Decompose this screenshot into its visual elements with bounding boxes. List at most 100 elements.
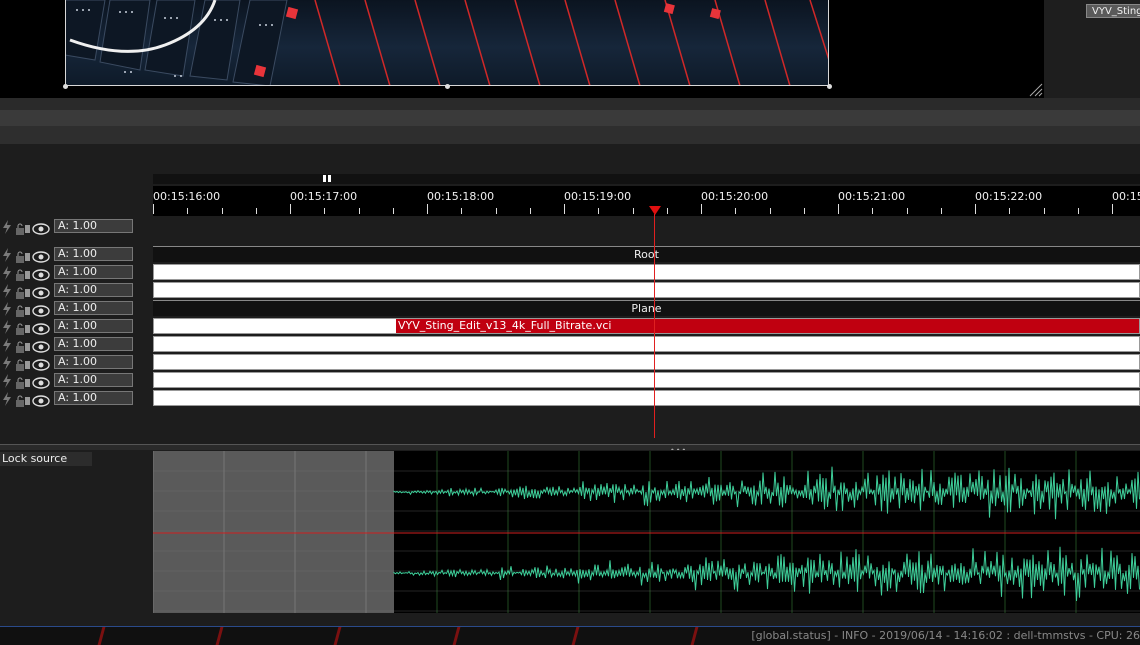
track-controls: A: 1.00 [0,217,153,235]
scrub-bar[interactable] [153,174,1140,184]
bolt-icon[interactable] [2,373,12,388]
bolt-icon[interactable] [2,265,12,280]
tick-label: 00:15:18:00 [427,190,495,203]
lock-source-button[interactable]: Lock source [0,452,92,466]
eye-icon[interactable] [32,338,50,353]
preview-area: VYV_Sting [0,0,1140,98]
eye-icon[interactable] [32,284,50,299]
ruler-tick [153,204,154,214]
eye-icon[interactable] [32,392,50,407]
ruler-tick [393,208,394,214]
ruler-tick [872,208,873,214]
track-lane[interactable] [153,336,1140,352]
status-decoration [333,627,342,645]
scrub-marker[interactable] [328,175,331,182]
bolt-icon[interactable] [2,319,12,334]
group-track[interactable]: Root [153,246,1140,262]
toolbar-strip [0,126,1140,144]
track-lane[interactable] [153,372,1140,388]
scrub-marker[interactable] [323,175,326,182]
alpha-field[interactable]: A: 1.00 [54,373,133,387]
track-controls: A: 1.00 [0,281,153,299]
track-lane[interactable] [153,282,1140,298]
lock-icon[interactable] [15,392,31,407]
resize-grip-icon[interactable] [1028,82,1044,98]
audio-waveform[interactable] [153,451,1140,613]
track-controls: A: 1.00 [0,371,153,389]
ruler-tick [770,208,771,214]
group-track[interactable]: Plane [153,300,1140,316]
transform-handle-bottom-center[interactable] [445,84,450,89]
status-decoration [215,627,224,645]
ruler-tick [324,208,325,214]
lock-icon[interactable] [15,266,31,281]
alpha-field[interactable]: A: 1.00 [54,319,133,333]
ruler-tick [1009,208,1010,214]
track-controls: A: 1.00 [0,245,153,263]
bolt-icon[interactable] [2,283,12,298]
eye-icon[interactable] [32,266,50,281]
time-ruler[interactable]: 00:15:16:00 00:15:17:00 00:15:18:00 00:15:1… [153,186,1140,216]
ruler-tick [633,208,634,214]
status-decoration [571,627,580,645]
ruler-tick [838,204,839,214]
bolt-icon[interactable] [2,337,12,352]
playhead-marker-icon[interactable] [649,206,661,215]
tick-label: 00:15:21:00 [838,190,906,203]
eye-icon[interactable] [32,248,50,263]
bolt-icon[interactable] [2,247,12,262]
lock-icon[interactable] [15,220,31,235]
bolt-icon[interactable] [2,301,12,316]
tick-label: 00:15:23:00 [1112,190,1140,203]
clip-tag[interactable]: VYV_Sting [1086,4,1140,18]
track-lane[interactable] [153,354,1140,370]
lock-icon[interactable] [15,302,31,317]
playhead-line[interactable] [654,214,655,438]
alpha-field[interactable]: A: 1.00 [54,301,133,315]
alpha-field[interactable]: A: 1.00 [54,337,133,351]
lock-icon[interactable] [15,248,31,263]
ruler-tick [427,204,428,214]
track-controls: A: 1.00 [0,317,153,335]
eye-icon[interactable] [32,320,50,335]
tick-label: 00:15:22:00 [975,190,1043,203]
bolt-icon[interactable] [2,219,12,234]
alpha-field[interactable]: A: 1.00 [54,219,133,233]
track-controls: A: 1.00 [0,263,153,281]
status-bar: [global.status] - INFO - 2019/06/14 - 14… [0,626,1140,645]
track-controls: A: 1.00 [0,335,153,353]
lock-icon[interactable] [15,374,31,389]
ruler-tick [975,204,976,214]
alpha-field[interactable]: A: 1.00 [54,355,133,369]
lock-icon[interactable] [15,284,31,299]
lock-icon[interactable] [15,320,31,335]
alpha-field[interactable]: A: 1.00 [54,265,133,279]
ruler-tick [461,208,462,214]
status-decoration [690,627,699,645]
bolt-icon[interactable] [2,391,12,406]
video-clip[interactable]: VYV_Sting_Edit_v13_4k_Full_Bitrate.vci [396,319,1139,333]
eye-icon[interactable] [32,302,50,317]
eye-icon[interactable] [32,356,50,371]
status-text: [global.status] - INFO - 2019/06/14 - 14… [751,629,1140,642]
audio-panel: Lock source [0,450,1140,626]
ruler-tick [256,208,257,214]
alpha-field[interactable]: A: 1.00 [54,391,133,405]
track-lane[interactable] [153,264,1140,280]
tick-label: 00:15:20:00 [701,190,769,203]
alpha-field[interactable]: A: 1.00 [54,247,133,261]
ruler-tick [564,204,565,214]
eye-icon[interactable] [32,374,50,389]
transform-handle-bottom-left[interactable] [63,84,68,89]
toolbar-strip [0,110,1140,126]
lock-icon[interactable] [15,356,31,371]
bolt-icon[interactable] [2,355,12,370]
transform-handle-bottom-right[interactable] [827,84,832,89]
track-controls: A: 1.00 [0,353,153,371]
track-lane[interactable]: VYV_Sting_Edit_v13_4k_Full_Bitrate.vci [153,318,1140,334]
lock-icon[interactable] [15,338,31,353]
track-lane[interactable] [153,390,1140,406]
alpha-field[interactable]: A: 1.00 [54,283,133,297]
eye-icon[interactable] [32,220,50,235]
ruler-tick [1044,208,1045,214]
